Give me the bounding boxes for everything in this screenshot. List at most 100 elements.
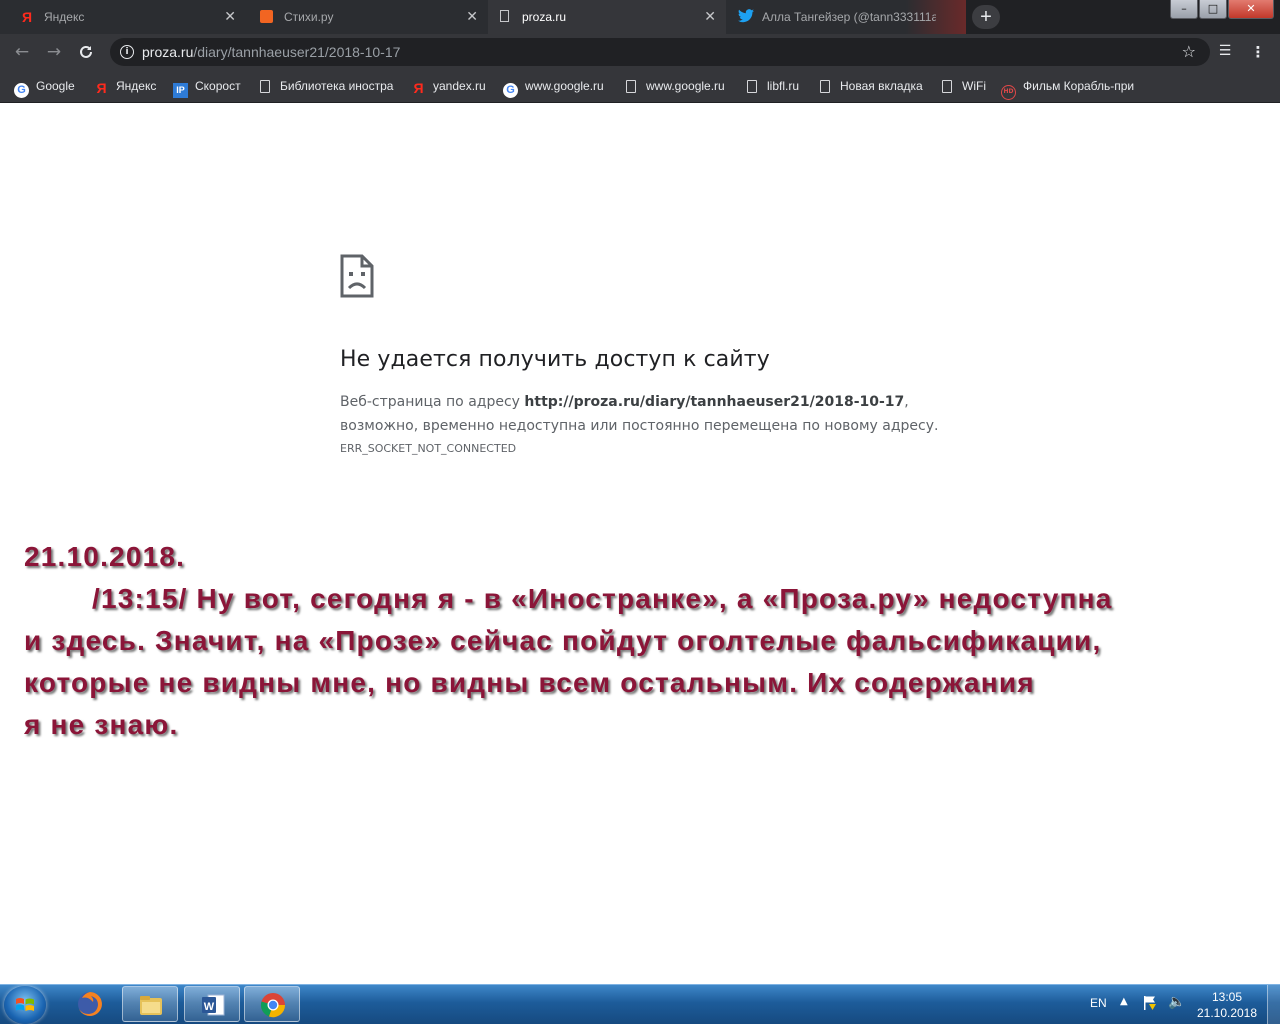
reload-icon[interactable]: [76, 42, 96, 62]
show-hidden-icons-icon[interactable]: ▲: [1120, 996, 1128, 1007]
google-icon: G: [14, 83, 29, 98]
note-line: и здесь. Значит, на «Прозе» сейчас пойду…: [24, 625, 1102, 656]
clock-date: 21.10.2018: [1196, 1006, 1258, 1020]
note-line: я не знаю.: [24, 709, 179, 740]
volume-icon[interactable]: 🔈: [1168, 994, 1185, 1010]
tab-strip: Я Яндекс ✕ Стихи.ру ✕ proza.ru ✕ Алла Та…: [0, 0, 1280, 34]
word-icon: W: [202, 994, 225, 1016]
close-window-button[interactable]: ✕: [1228, 0, 1274, 19]
page-icon: [260, 80, 270, 93]
page-content: Не удается получить доступ к сайту Веб-с…: [0, 103, 1280, 984]
info-icon[interactable]: i: [120, 45, 134, 59]
address-bar[interactable]: i proza.ru/diary/tannhaeuser21/2018-10-1…: [110, 38, 1210, 66]
new-tab-button[interactable]: +: [972, 5, 1000, 29]
tab-title: Алла Тангейзер (@tann333111a: [762, 10, 936, 24]
overlay-note: 21.10.2018. /13:15/ Ну вот, сегодня я - …: [24, 536, 1274, 746]
clock[interactable]: 13:05 21.10.2018: [1192, 989, 1262, 1021]
firefox-icon: [78, 992, 102, 1016]
error-message: Веб-страница по адресу http://proza.ru/d…: [340, 390, 960, 438]
close-icon[interactable]: ✕: [466, 8, 478, 25]
taskbar-word[interactable]: W: [184, 986, 240, 1022]
yandex-icon: Я: [413, 80, 424, 96]
bookmark-yandex[interactable]: Я Яндекс: [94, 77, 157, 96]
page-icon: [820, 80, 830, 93]
hd-icon: HD: [1001, 85, 1016, 100]
bookmark-label: Google: [36, 79, 75, 93]
tab-title: proza.ru: [522, 10, 567, 24]
close-icon[interactable]: ✕: [704, 8, 716, 25]
bookmark-label: libfl.ru: [767, 79, 800, 93]
bookmark-yandex-ru[interactable]: Яyandex.ru: [411, 77, 486, 96]
sad-page-icon: [340, 254, 374, 298]
bookmark-new-tab[interactable]: Новая вкладка: [818, 77, 923, 95]
back-arrow-icon[interactable]: ←: [12, 42, 32, 62]
forward-arrow-icon[interactable]: →: [44, 42, 64, 62]
bookmark-wifi[interactable]: WiFi: [940, 77, 986, 95]
action-center-flag-icon[interactable]: [1143, 995, 1157, 1011]
bookmark-label: yandex.ru: [433, 79, 486, 93]
bookmark-label: Яндекс: [116, 79, 157, 93]
bookmark-star-icon[interactable]: ☆: [1182, 42, 1196, 61]
page-icon: [942, 80, 952, 93]
bookmarks-bar: G Google Я Яндекс IP Скорост Библиотека ино…: [0, 70, 1280, 103]
error-message-line2: возможно, временно недоступна или постоя…: [340, 418, 939, 434]
bookmark-libfl[interactable]: libfl.ru: [745, 77, 799, 95]
start-button[interactable]: [4, 986, 46, 1024]
taskbar-explorer[interactable]: [122, 986, 178, 1022]
taskbar-firefox[interactable]: [62, 986, 118, 1022]
yandex-icon: Я: [22, 9, 33, 25]
tab-twitter[interactable]: Алла Тангейзер (@tann333111a: [726, 0, 966, 34]
bookmark-film[interactable]: HD Фильм Корабль-при: [1001, 77, 1135, 100]
error-title: Не удается получить доступ к сайту: [340, 347, 770, 372]
taskbar: W EN ▲ 🔈 13:05 21.10.2018: [0, 984, 1280, 1024]
error-message-suffix: ,: [904, 394, 909, 410]
bookmark-google[interactable]: G Google: [14, 77, 75, 98]
bookmark-google-ru[interactable]: Gwww.google.ru: [503, 77, 604, 98]
error-code: ERR_SOCKET_NOT_CONNECTED: [340, 442, 517, 455]
clock-time: 13:05: [1211, 990, 1243, 1004]
bookmark-label: www.google.ru: [525, 79, 604, 93]
bookmark-label: www.google.ru: [646, 79, 725, 93]
page-icon: [747, 80, 757, 93]
maximize-button[interactable]: □: [1199, 0, 1227, 19]
tab-title: Стихи.ру: [284, 10, 334, 24]
bookmark-label: Скорост: [195, 79, 241, 93]
bookmark-label: Библиотека иностра: [280, 79, 394, 93]
explorer-icon: [140, 996, 162, 1015]
taskbar-chrome[interactable]: [244, 986, 300, 1022]
tab-title: Яндекс: [44, 10, 85, 24]
bookmark-speed[interactable]: IP Скорост: [173, 77, 241, 98]
error-message-prefix: Веб-страница по адресу: [340, 394, 525, 410]
bookmark-label: Новая вкладка: [840, 79, 923, 93]
show-desktop-button[interactable]: [1267, 985, 1280, 1024]
tab-proza[interactable]: proza.ru ✕: [488, 0, 726, 34]
tab-stihi[interactable]: Стихи.ру ✕: [246, 0, 488, 34]
close-icon[interactable]: ✕: [224, 8, 236, 25]
browser-toolbar: ← → i proza.ru/diary/tannhaeuser21/2018-…: [0, 34, 1280, 70]
page-icon: [626, 80, 636, 93]
note-line: /13:15/ Ну вот, сегодня я - в «Иностранк…: [92, 583, 1113, 614]
minimize-button[interactable]: –: [1170, 0, 1198, 19]
bookmark-label: Фильм Корабль-при: [1023, 79, 1135, 93]
page-icon: [500, 10, 509, 22]
yandex-icon: Я: [96, 80, 107, 96]
google-icon: G: [503, 83, 518, 98]
window-controls: – □ ✕: [1169, 0, 1274, 20]
svg-text:W: W: [204, 1001, 215, 1013]
address-path: /diary/tannhaeuser21/2018-10-17: [193, 44, 401, 60]
chrome-icon: [260, 993, 286, 1018]
language-indicator[interactable]: EN: [1090, 996, 1107, 1010]
address-host: proza.ru: [142, 44, 194, 60]
tab-yandex[interactable]: Я Яндекс ✕: [0, 0, 246, 34]
bookmark-label: WiFi: [962, 79, 986, 93]
bookmark-google-ru-2[interactable]: www.google.ru: [624, 77, 725, 95]
ip-icon: IP: [173, 83, 188, 98]
menu-icon[interactable]: ⋮: [1250, 42, 1266, 62]
twitter-icon: [738, 9, 754, 23]
note-line: которые не видны мне, но видны всем оста…: [24, 667, 1035, 698]
extension-icon[interactable]: ☰: [1216, 43, 1234, 61]
note-date: 21.10.2018.: [24, 541, 186, 572]
error-url: http://proza.ru/diary/tannhaeuser21/2018…: [524, 394, 905, 410]
bookmark-library[interactable]: Библиотека иностра: [258, 77, 393, 95]
windows-logo-icon: [16, 998, 34, 1011]
